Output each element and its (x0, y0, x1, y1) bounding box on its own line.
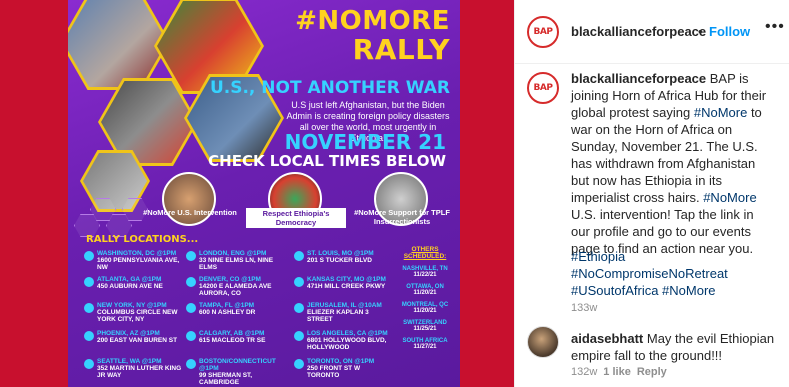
rally-locations-title: RALLY LOCATIONS... (86, 234, 199, 245)
caption-hashtags: #Ethiopia #NoCompromiseNoRetreat #USouto… (571, 248, 775, 299)
other-date: 11/27/21 (413, 344, 437, 350)
rally-location: ATLANTA, GA @1PM 450 AUBURN AVE NE (84, 276, 182, 290)
rally-location: JERUSALEM, IL @10AM ELIEZER KAPLAN 3 STRE… (294, 302, 392, 323)
rally-location: BOSTON/CONNECTICUT @1PM 99 SHERMAN ST, CA… (186, 358, 284, 386)
others-scheduled: OTHERS SCHEDULED: NASHVILLE, TN 11/22/21… (394, 246, 456, 350)
poster-subhead: U.S., NOT ANOTHER WAR (209, 78, 450, 98)
headline-nomore: #NOMORE (295, 6, 450, 36)
follow-button[interactable]: Follow (709, 24, 750, 39)
avatar-logo-text: BAP (533, 83, 553, 93)
hashtag-link[interactable]: #Ethiopia (571, 248, 775, 265)
rally-location: PHOENIX, AZ @1PM 200 EAST VAN BUREN ST (84, 330, 182, 344)
rally-location: TORONTO, ON @1PM 250 FRONT ST W TORONTO (294, 358, 392, 379)
caption-username[interactable]: blackallianceforpeace (571, 71, 706, 86)
rally-location: LONDON, ENG @1PM 33 NINE ELMS LN, NINE EL… (186, 250, 284, 271)
post-header: BAP blackallianceforpeace • Follow ••• (515, 0, 789, 64)
rally-location: DENVER, CO @1PM 14200 E ALAMEDA AVE AUROR… (186, 276, 284, 297)
headline-rally: RALLY (352, 33, 450, 66)
rally-location: ST. LOUIS, MO @1PM 201 S TUCKER BLVD (294, 250, 392, 264)
caption-timestamp: 133w (571, 302, 598, 314)
hashtag-link[interactable]: #USoutofAfrica #NoMore (571, 282, 775, 299)
comment-meta: 132w 1 like Reply (571, 366, 667, 378)
comment: aidasebhatt May the evil Ethiopian empir… (571, 330, 781, 364)
rally-poster: #NOMORE RALLY U.S., NOT ANOTHER WAR U.S … (68, 0, 460, 387)
post-side-panel: BAP blackallianceforpeace • Follow ••• B… (514, 0, 789, 387)
commenter-avatar[interactable] (527, 326, 559, 358)
rally-location: WASHINGTON, DC @1PM 1600 PENNSYLVANIA AVE… (84, 250, 182, 271)
separator-dot: • (698, 24, 703, 39)
rally-location: CALGARY, AB @1PM 615 MACLEOD TR SE (186, 330, 284, 344)
rally-location: SEATTLE, WA @1PM 352 MARTIN LUTHER KING J… (84, 358, 182, 379)
rally-location: LOS ANGELES, CA @1PM 6801 HOLLYWOOD BLVD,… (294, 330, 392, 351)
account-avatar[interactable]: BAP (527, 16, 559, 48)
poster-check-times: CHECK LOCAL TIMES BELOW (208, 152, 446, 170)
rally-location: KANSAS CITY, MO @1PM 471H MILL CREEK PKWY (294, 276, 392, 290)
photo-circle-intervention (162, 172, 216, 226)
caption-avatar[interactable]: BAP (527, 72, 559, 104)
more-options-icon[interactable]: ••• (765, 18, 785, 36)
other-date: 11/20/21 (413, 290, 437, 296)
hashtag-link[interactable]: #NoCompromiseNoRetreat (571, 265, 775, 282)
caption-democracy: Respect Ethiopia's Democracy (246, 208, 346, 228)
account-username[interactable]: blackallianceforpeace (571, 24, 706, 39)
comment-username[interactable]: aidasebhatt (571, 331, 643, 346)
poster-headline: #NOMORE RALLY (295, 8, 450, 64)
post-caption: blackallianceforpeace BAP is joining Hor… (571, 70, 775, 257)
caption-intervention: #NoMore U.S. Intervention (143, 208, 237, 217)
reply-button[interactable]: Reply (637, 366, 667, 378)
others-title: OTHERS SCHEDULED: (403, 246, 447, 260)
other-date: 11/22/21 (413, 272, 437, 278)
other-date: 11/25/21 (413, 326, 437, 332)
comment-likes[interactable]: 1 like (603, 366, 631, 378)
caption-democracy-text: Respect Ethiopia's Democracy (246, 208, 346, 228)
rally-location: TAMPA, FL @1PM 600 N ASHLEY DR (186, 302, 284, 316)
hashtag-link[interactable]: #NoMore (694, 105, 747, 120)
other-date: 11/20/21 (413, 308, 437, 314)
rally-location: NEW YORK, NY @1PM COLUMBUS CIRCLE NEW YOR… (84, 302, 182, 323)
poster-date: NOVEMBER 21 (284, 130, 446, 154)
avatar-logo-text: BAP (533, 27, 553, 37)
post-image[interactable]: #NOMORE RALLY U.S., NOT ANOTHER WAR U.S … (0, 0, 514, 387)
comment-timestamp: 132w (571, 366, 598, 378)
caption-tplf: #NoMore Support for TPLF Insurrectionist… (354, 208, 450, 226)
hashtag-link[interactable]: #NoMore (703, 190, 756, 205)
